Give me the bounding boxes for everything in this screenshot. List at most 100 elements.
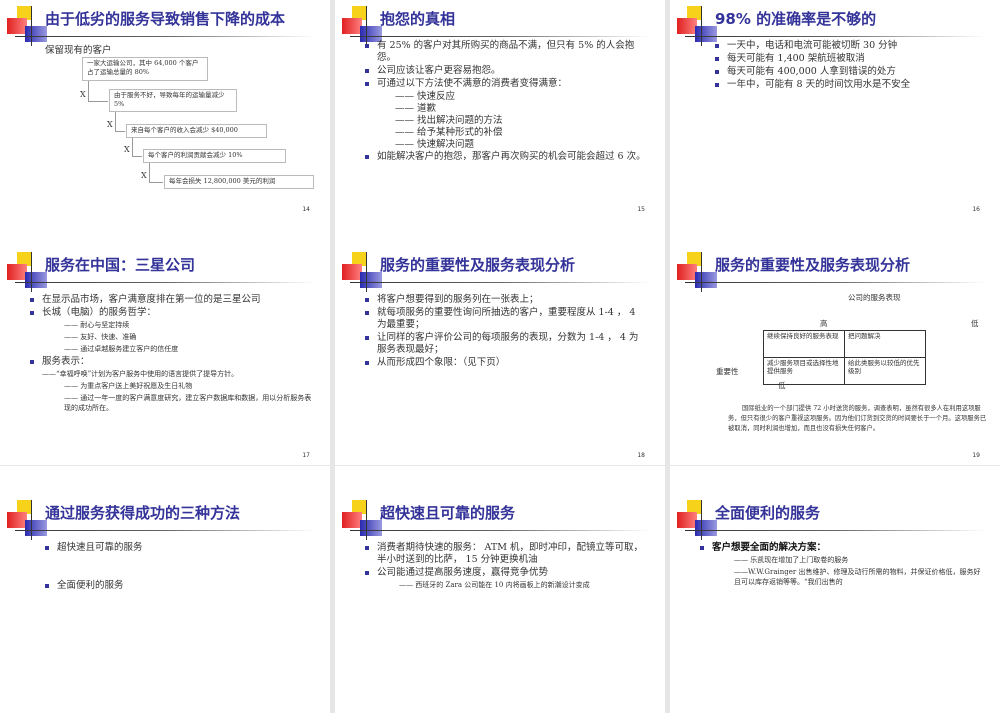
bullet-text: 服务表示： (42, 356, 90, 367)
quadrant-cell: 减少服务项目或选择性地提供服务 (763, 357, 845, 385)
title-divider (15, 282, 315, 283)
quadrant-cell: 继续保持良好的服务表现 (763, 330, 845, 358)
logo-shape (695, 520, 717, 536)
logo-shape (677, 18, 697, 34)
bullet-item: 就每项服务的重要性询问所抽选的客户，重要程度从 1-4 ， 4 为最重要； (365, 307, 647, 331)
bullet-item: 一年中，可能有 8 天的时间饮用水是不安全 (715, 79, 982, 91)
bullet-icon (365, 361, 369, 365)
logo-shape (7, 512, 27, 528)
connector-arrow (149, 163, 163, 183)
bullet-text: 长城（电脑）的服务哲学： (42, 307, 157, 318)
slide-body: 将客户想要得到的服务列在一张表上； 就每项服务的重要性询问所抽选的客户，重要程度从… (365, 294, 647, 370)
bullet-icon (30, 360, 34, 364)
bullet-icon (365, 298, 369, 302)
logo-shape (31, 6, 32, 46)
slide-thumbnail-17[interactable]: 服务在中国：三星公司 17 在显示品市场，客户满意度排在第一位的是三星公司 长城（电脑… (0, 218, 330, 465)
slide-thumbnail-19[interactable]: 服务的重要性及服务表现分析 19 公司的服务表现高低重要性低继续保持良好的服务表现把… (670, 218, 1000, 465)
slide-title: 由于低劣的服务导致销售下降的成本 (45, 10, 286, 28)
bullet-item: 在显示品市场，客户满意度排在第一位的是三星公司 (30, 294, 312, 306)
slide-logo-icon (340, 500, 382, 542)
title-divider (15, 36, 315, 37)
slide-body: 超快速且可靠的服务全面便利的服务 (45, 542, 312, 604)
diagram-box: 每年会损失 12,800,000 美元的利润 (164, 175, 314, 189)
bullet-item: 让同样的客户评价公司的每项服务的表现，分数为 1-4 ， 4 为服务表现最好； (365, 332, 647, 356)
slide-thumbnail-8[interactable]: 全面便利的服务 客户想要全面的解决方案： —— 乐凯现在增加了上门取卷的服务 ——W.… (670, 466, 1000, 713)
logo-shape (695, 26, 717, 42)
bullet-icon (715, 44, 719, 48)
bullet-icon (365, 571, 369, 575)
slide-title: 服务的重要性及服务表现分析 (715, 256, 911, 274)
sub-item: —— 快速解决问题 (395, 139, 475, 150)
bullet-icon (30, 298, 34, 302)
sub-item: —— 通过一年一度的客户满意度研究，建立客户数据库和数据，用以分析服务表现的成功… (64, 394, 312, 412)
bullet-text: 客户想要全面的解决方案： (712, 542, 827, 553)
bullet-item: 全面便利的服务 (45, 580, 312, 592)
slide-number: 16 (972, 206, 980, 213)
slide-body: 一天中，电话和电流可能被切断 30 分钟每天可能有 1,400 架航班被取消 每天… (715, 40, 982, 92)
slide-thumbnail-18[interactable]: 服务的重要性及服务表现分析 18 将客户想要得到的服务列在一张表上； 就每项服务的重要… (335, 218, 665, 465)
bullet-icon (30, 311, 34, 315)
bullet-text: 在显示品市场，客户满意度排在第一位的是三星公司 (42, 294, 261, 305)
slide-title: 通过服务获得成功的三种方法 (45, 504, 241, 522)
logo-shape (360, 272, 382, 288)
bullet-item: 将客户想要得到的服务列在一张表上； (365, 294, 647, 306)
slide-logo-icon (5, 500, 47, 542)
title-divider (350, 282, 650, 283)
bullet-text: 可通过以下方法使不满意的消费者变得满意： (377, 78, 568, 89)
slide-thumbnail-15[interactable]: 抱怨的真相 15 有 25% 的客户对其所购买的商品不满，但只有 5% 的人会抱怨。… (335, 0, 665, 219)
slide-thumbnail-6[interactable]: 通过服务获得成功的三种方法超快速且可靠的服务全面便利的服务 (0, 466, 330, 713)
label-high: 高 (820, 319, 828, 328)
slide-title: 服务在中国：三星公司 (45, 256, 196, 274)
bullet-icon (365, 336, 369, 340)
slide-thumbnail-14[interactable]: 由于低劣的服务导致销售下降的成本 14 保留现有的客户 一家大运输公司，其中 64,0… (0, 0, 330, 219)
bullet-item: 公司应该让客户更容易抱怨。 (365, 65, 647, 77)
bullet-icon (45, 546, 49, 550)
slide-title: 全面便利的服务 (715, 504, 821, 522)
bullet-item: 公司能通过提高服务速度，赢得竞争优势 (365, 567, 647, 579)
multiply-mark: X (107, 120, 113, 129)
bullet-text: 每天可能有 400,000 人拿到错误的处方 (727, 66, 896, 77)
slide-body: 消费者期待快速的服务： ATM 机，即时冲印，配镜立等可取，半小时送到的比萨， … (365, 542, 647, 592)
bullet-text: 公司应该让客户更容易抱怨。 (377, 65, 501, 76)
slide-thumbnail-7[interactable]: 超快速且可靠的服务 消费者期待快速的服务： ATM 机，即时冲印，配镜立等可取，半… (335, 466, 665, 713)
bullet-text: 一年中，可能有 8 天的时间饮用水是不安全 (727, 79, 911, 90)
sub-item: —— 通过卓越服务建立客户的信任度 (64, 345, 179, 353)
bullet-item: 每天可能有 1,400 架航班被取消 (715, 53, 982, 65)
diagram-box: 由于服务不好，导致每年的运输量减少 5% (109, 89, 237, 112)
logo-shape (677, 512, 697, 528)
title-divider (350, 36, 650, 37)
bullet-text: 公司能通过提高服务速度，赢得竞争优势 (377, 567, 549, 578)
bullet-text: 从而形成四个象限：（见下页） (377, 357, 506, 368)
bullet-text: 让同样的客户评价公司的每项服务的表现，分数为 1-4 ， 4 为服务表现最好； (377, 332, 639, 355)
bullet-text: 超快速且可靠的服务 (57, 542, 143, 553)
bullet-item: 服务表示： (30, 356, 312, 368)
slide-thumbnail-16[interactable]: 98% 的准确率是不够的 16 一天中，电话和电流可能被切断 30 分钟 每天可能有 … (670, 0, 1000, 219)
logo-shape (7, 264, 27, 280)
case-note: 国际纸业的一个部门提供 72 小时送货的服务，调查表明，虽然有很多人在利用这项服… (728, 405, 987, 432)
slide-title: 抱怨的真相 (380, 10, 456, 28)
logo-shape (360, 520, 382, 536)
bullet-icon (365, 311, 369, 315)
bullet-text: 一天中，电话和电流可能被切断 30 分钟 (727, 40, 898, 51)
sub-item: —— 为重点客户送上美好祝愿及生日礼物 (64, 382, 193, 390)
slide-logo-icon (675, 6, 717, 48)
logo-shape (701, 252, 702, 292)
logo-shape (701, 500, 702, 540)
logo-shape (677, 264, 697, 280)
diagram-box: 每个客户的利润贡献会减少 10% (143, 149, 286, 163)
sub-item: —— 快速反应 (395, 91, 456, 102)
bullet-item: 长城（电脑）的服务哲学： (30, 307, 312, 319)
title-divider (15, 530, 315, 531)
title-divider (685, 36, 985, 37)
sub-item: —— 乐凯现在增加了上门取卷的服务 (734, 556, 849, 564)
logo-shape (366, 252, 367, 292)
sub-item: —— 道歉 (395, 103, 437, 114)
slide-logo-icon (5, 6, 47, 48)
bullet-text: 将客户想要得到的服务列在一张表上； (377, 294, 539, 305)
logo-shape (695, 272, 717, 288)
slide-number: 14 (302, 206, 310, 213)
logo-shape (342, 18, 362, 34)
bullet-text: 就每项服务的重要性询问所抽选的客户，重要程度从 1-4 ， 4 为最重要； (377, 307, 636, 330)
logo-shape (31, 252, 32, 292)
